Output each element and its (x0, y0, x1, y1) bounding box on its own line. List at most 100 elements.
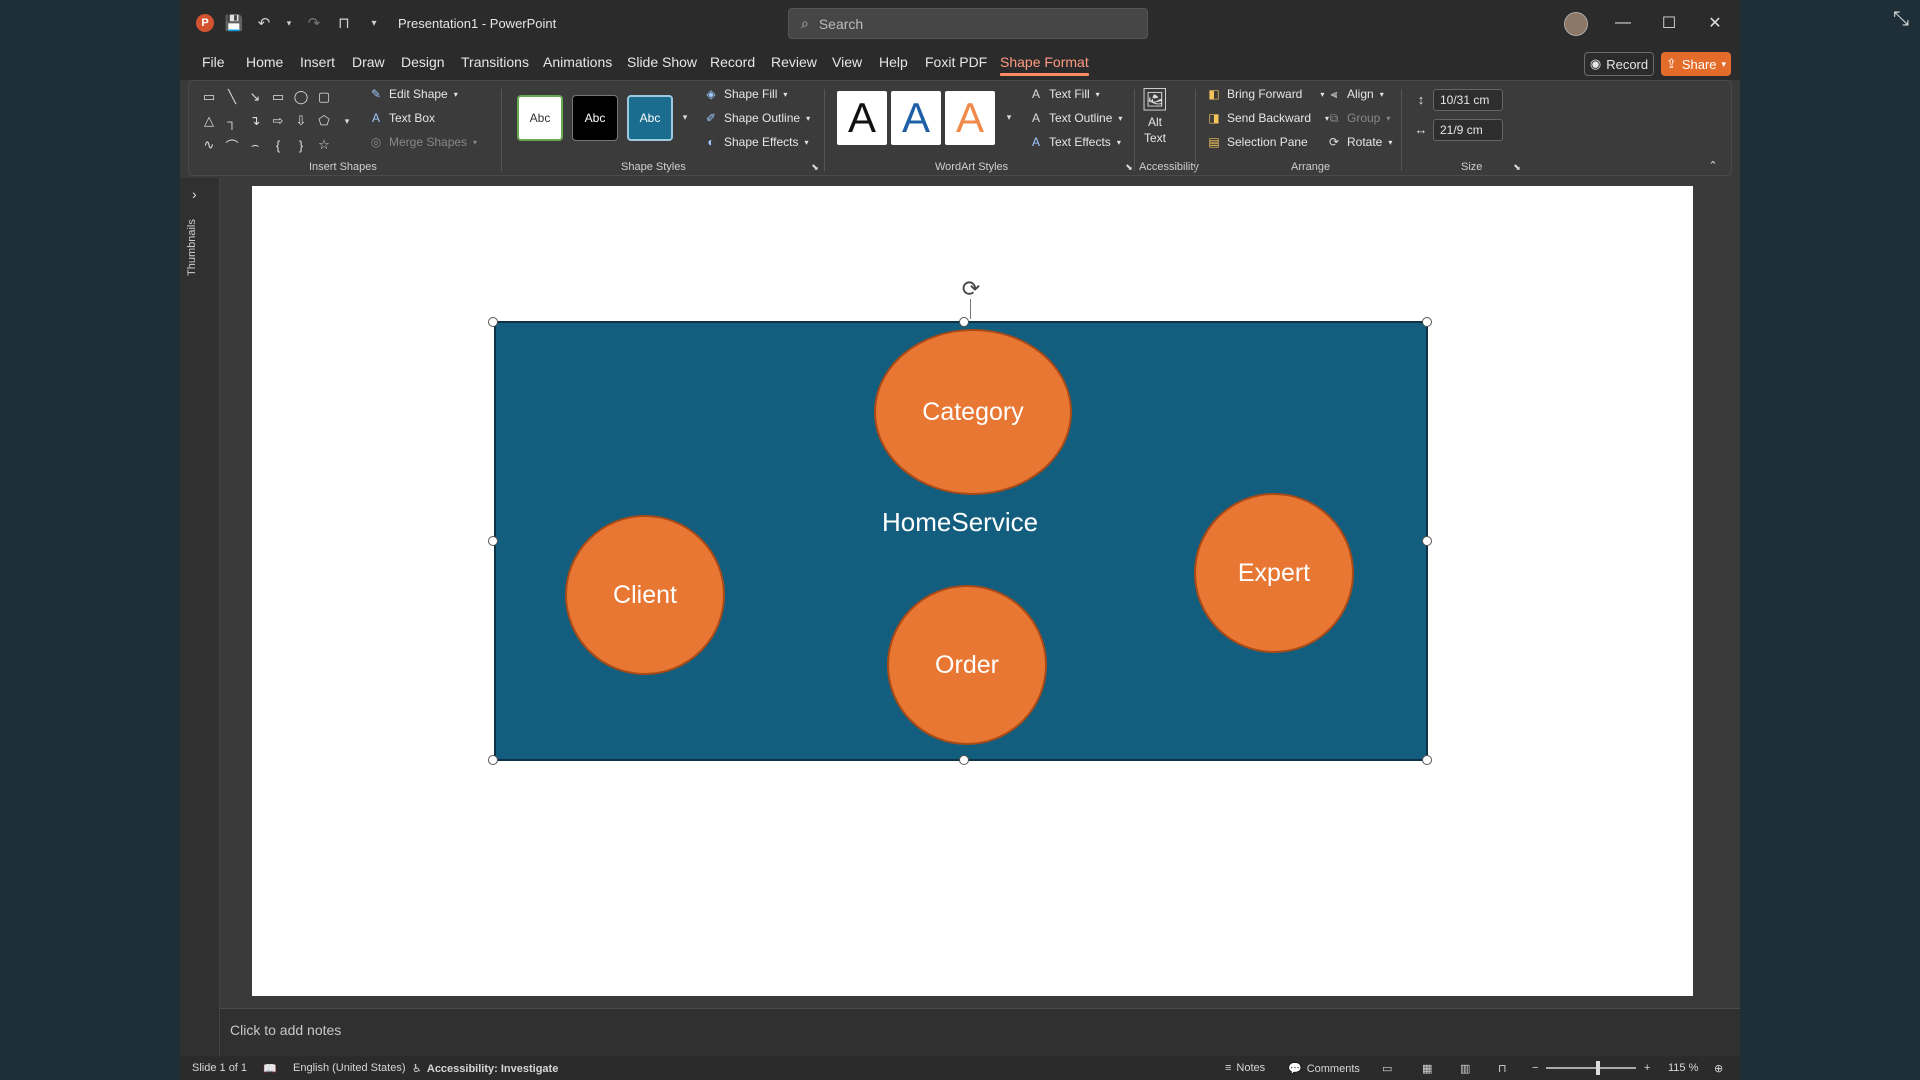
down-arrow-shape-icon[interactable]: ⇩ (291, 111, 311, 131)
rotate-button[interactable]: ⟳ Rotate ▾ (1327, 135, 1392, 149)
align-button[interactable]: ⫷ Align ▾ (1327, 87, 1384, 102)
wordart-style-orange[interactable]: A (945, 91, 995, 145)
elbow-connector-shape-icon[interactable]: ┐ (222, 111, 242, 131)
reading-view-icon[interactable]: ▥ (1460, 1062, 1470, 1075)
resize-handle-bottom-left[interactable] (488, 755, 498, 765)
resize-handle-right[interactable] (1422, 536, 1432, 546)
resize-handle-top-right[interactable] (1422, 317, 1432, 327)
tab-draw[interactable]: Draw (352, 54, 385, 70)
tab-file[interactable]: File (202, 54, 225, 70)
order-circle[interactable]: Order (887, 585, 1047, 745)
curve-shape-icon[interactable]: ⌢ (245, 135, 265, 155)
alt-text-button[interactable]: 🖼 Alt Text (1141, 87, 1169, 145)
selected-background-shape[interactable]: Category Client Order Expert HomeService (494, 321, 1428, 761)
resize-handle-bottom-right[interactable] (1422, 755, 1432, 765)
zoom-slider-thumb[interactable] (1596, 1061, 1600, 1075)
edit-shape-button[interactable]: ✎ Edit Shape ▾ (369, 87, 458, 101)
text-fill-button[interactable]: A Text Fill ▾ (1029, 87, 1100, 101)
rotate-handle-icon[interactable]: ⟳ (959, 276, 983, 301)
tab-insert[interactable]: Insert (300, 54, 335, 70)
comments-toggle[interactable]: 💬 Comments (1288, 1062, 1360, 1076)
width-input[interactable]: 21/9 cm (1433, 119, 1503, 141)
arrow-line-shape-icon[interactable]: ↘ (245, 87, 265, 107)
zoom-slider[interactable] (1546, 1067, 1636, 1069)
resize-handle-top-left[interactable] (488, 317, 498, 327)
right-arrow-shape-icon[interactable]: ⇨ (268, 111, 288, 131)
zoom-out-icon[interactable]: − (1532, 1062, 1538, 1074)
tab-review[interactable]: Review (771, 54, 817, 70)
zoom-in-icon[interactable]: + (1644, 1062, 1650, 1074)
redo-icon[interactable]: ↷ (304, 13, 324, 33)
accessibility-status[interactable]: ♿ Accessibility: Investigate (412, 1062, 558, 1076)
shape-style-swatch-blue[interactable]: Abc (627, 95, 673, 141)
group-button[interactable]: ⧉ Group ▾ (1327, 111, 1391, 126)
expert-circle[interactable]: Expert (1194, 493, 1354, 653)
tab-shape-format[interactable]: Shape Format (1000, 54, 1089, 76)
notes-toggle[interactable]: ≡ Notes (1225, 1062, 1265, 1074)
oval-shape-icon[interactable]: ◯ (291, 87, 311, 107)
tab-foxit-pdf[interactable]: Foxit PDF (925, 54, 987, 70)
wordart-dialog-launcher-icon[interactable]: ⬊ (1119, 157, 1139, 177)
client-circle[interactable]: Client (565, 515, 725, 675)
pentagon-shape-icon[interactable]: ⬠ (314, 111, 334, 131)
size-dialog-launcher-icon[interactable]: ⬊ (1507, 157, 1527, 177)
homeservice-text[interactable]: HomeService (882, 507, 1038, 538)
left-brace-shape-icon[interactable]: { (268, 135, 288, 155)
tab-slide-show[interactable]: Slide Show (627, 54, 697, 70)
bring-forward-button[interactable]: ◧ Bring Forward ▾ (1207, 87, 1324, 101)
shape-style-swatch-black[interactable]: Abc (572, 95, 618, 141)
customize-qat-icon[interactable]: ▾ (364, 13, 384, 33)
line-shape-icon[interactable]: ╲ (222, 87, 242, 107)
tab-transitions[interactable]: Transitions (461, 54, 529, 70)
merge-shapes-button[interactable]: ◎ Merge Shapes ▾ (369, 135, 477, 149)
send-backward-button[interactable]: ◨ Send Backward ▾ (1207, 111, 1329, 125)
shapes-gallery-more-icon[interactable]: ▾ (337, 111, 357, 131)
zoom-level[interactable]: 115 % (1668, 1062, 1698, 1074)
rounded-rectangle-shape-icon[interactable]: ▢ (314, 87, 334, 107)
undo-dropdown-icon[interactable]: ▾ (284, 13, 294, 33)
triangle-shape-icon[interactable]: △ (199, 111, 219, 131)
shape-outline-button[interactable]: ✐ Shape Outline ▾ (704, 111, 810, 125)
elbow-arrow-shape-icon[interactable]: ↴ (245, 111, 265, 131)
tab-record[interactable]: Record (710, 54, 755, 70)
resize-handle-top[interactable] (959, 317, 969, 327)
category-circle[interactable]: Category (874, 329, 1072, 495)
slide-sorter-icon[interactable]: ▦ (1422, 1062, 1432, 1075)
tab-animations[interactable]: Animations (543, 54, 612, 70)
share-button[interactable]: ⇪ Share ▾ (1661, 52, 1731, 76)
freeform-shape-icon[interactable]: ∿ (199, 135, 219, 155)
wordart-more-icon[interactable]: ▾ (999, 107, 1019, 127)
notes-pane[interactable]: Click to add notes (220, 1008, 1740, 1056)
rectangle-shape-icon[interactable]: ▭ (268, 87, 288, 107)
text-effects-button[interactable]: A Text Effects ▾ (1029, 135, 1121, 149)
text-box-shape-icon[interactable]: ▭ (199, 87, 219, 107)
search-box[interactable]: ⌕ Search (788, 8, 1148, 39)
shape-styles-more-icon[interactable]: ▾ (675, 107, 695, 127)
shape-styles-dialog-launcher-icon[interactable]: ⬊ (805, 157, 825, 177)
text-box-button[interactable]: A Text Box (369, 111, 435, 125)
star-shape-icon[interactable]: ☆ (314, 135, 334, 155)
tab-home[interactable]: Home (246, 54, 283, 70)
tab-help[interactable]: Help (879, 54, 908, 70)
normal-view-icon[interactable]: ▭ (1382, 1062, 1392, 1075)
thumbnails-label[interactable]: Thumbnails (186, 196, 198, 276)
wordart-style-black[interactable]: A (837, 91, 887, 145)
text-outline-button[interactable]: A Text Outline ▾ (1029, 111, 1122, 125)
slideshow-view-icon[interactable]: ⊓ (1498, 1062, 1507, 1075)
record-button[interactable]: ◉ Record (1584, 52, 1654, 76)
exit-fullscreen-icon[interactable]: ⤡ (1886, 4, 1916, 34)
height-input[interactable]: 10/31 cm (1433, 89, 1503, 111)
tab-design[interactable]: Design (401, 54, 445, 70)
wordart-style-blue[interactable]: A (891, 91, 941, 145)
maximize-icon[interactable]: ☐ (1646, 8, 1692, 38)
slide-canvas[interactable]: ⟳ Category Client Order Expert HomeServi… (252, 186, 1693, 996)
resize-handle-left[interactable] (488, 536, 498, 546)
resize-handle-bottom[interactable] (959, 755, 969, 765)
arc-shape-icon[interactable]: ⌒ (222, 135, 242, 155)
tab-view[interactable]: View (832, 54, 862, 70)
collapse-ribbon-icon[interactable]: ⌃ (1703, 155, 1723, 175)
notes-placeholder[interactable]: Click to add notes (230, 1022, 341, 1038)
spelling-icon[interactable]: 📖 (263, 1062, 277, 1075)
shape-style-swatch-outline[interactable]: Abc (517, 95, 563, 141)
right-brace-shape-icon[interactable]: } (291, 135, 311, 155)
